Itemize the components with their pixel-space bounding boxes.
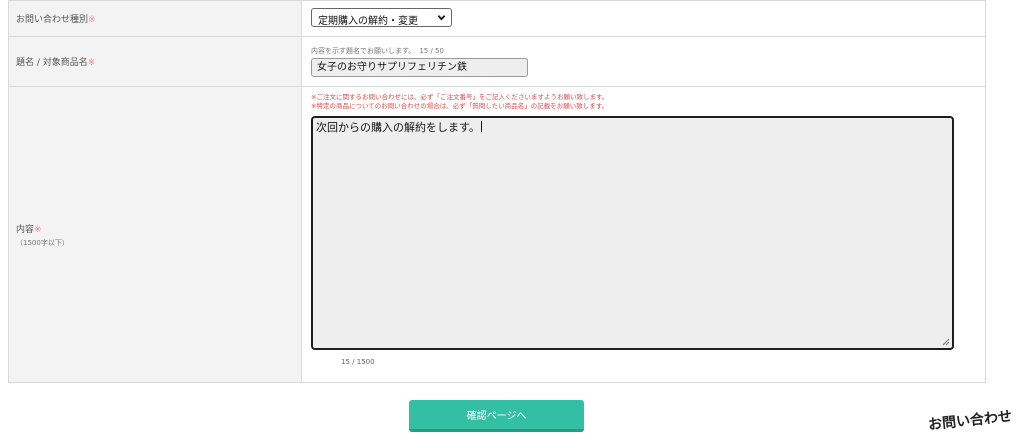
subject-char-count: 15 / 50 [419, 47, 444, 55]
form-row-subject: 題名 / 対象商品名※ 内容を示す題名でお願いします。 15 / 50 女子のお守… [8, 36, 986, 87]
required-mark: ※ [87, 58, 96, 68]
content-char-count: 15 / 1500 [341, 358, 375, 366]
required-mark: ※ [88, 15, 96, 25]
confirm-page-button[interactable]: 確認ページへ [409, 400, 584, 432]
content-label-cell: 内容※ （1500字以下） [8, 86, 302, 383]
subject-input[interactable]: 女子のお守りサプリフェリチン鉄 [311, 58, 528, 77]
subject-field-cell: 内容を示す題名でお願いします。 15 / 50 女子のお守りサプリフェリチン鉄 [301, 36, 986, 87]
chevron-down-icon [437, 14, 446, 20]
text-caret [480, 121, 482, 132]
inquiry-type-label: お問い合わせ種別 [16, 15, 89, 25]
resize-grip-icon[interactable] [942, 338, 950, 346]
form-row-content: 内容※ （1500字以下） ※ご注文に関するお問い合わせには、必ず「ご注文番号」… [8, 86, 986, 383]
content-textarea-value: 次回からの購入の解約をします。 [316, 121, 480, 134]
subject-hint-text: 内容を示す題名でお願いします。 [311, 47, 416, 55]
subject-hint: 内容を示す題名でお願いします。 15 / 50 [311, 46, 985, 56]
inquiry-type-label-cell: お問い合わせ種別※ [8, 0, 302, 37]
content-note: ※ご注文に関するお問い合わせには、必ず「ご注文番号」をご記入くださいますようお願… [311, 93, 609, 101]
content-field-cell: ※ご注文に関するお問い合わせには、必ず「ご注文番号」をご記入くださいますようお願… [301, 86, 986, 383]
subject-label-cell: 題名 / 対象商品名※ [8, 36, 302, 87]
required-mark: ※ [34, 224, 42, 235]
content-notes: ※ご注文に関するお問い合わせには、必ず「ご注文番号」をご記入くださいますようお願… [311, 93, 985, 111]
inquiry-type-field-cell: 定期購入の解約・変更 [301, 0, 986, 37]
content-label-sub: （1500字以下） [16, 238, 69, 247]
inquiry-type-selected-value: 定期購入の解約・変更 [318, 15, 418, 27]
content-textarea[interactable]: 次回からの購入の解約をします。 [311, 116, 954, 350]
content-label: 内容 [16, 224, 35, 235]
contact-corner-text: お問い合わせ [927, 408, 1013, 434]
subject-label: 題名 / 対象商品名 [16, 58, 88, 68]
form-row-inquiry-type: お問い合わせ種別※ 定期購入の解約・変更 [8, 0, 986, 37]
content-note: ※特定の商品についてのお問い合わせの場合は、必ず「質問したい商品名」の記載をお願… [311, 102, 609, 110]
contact-form-table: お問い合わせ種別※ 定期購入の解約・変更 題名 / 対象商品名※ 内容を示す題名… [8, 0, 986, 383]
inquiry-type-select[interactable]: 定期購入の解約・変更 [311, 7, 452, 27]
